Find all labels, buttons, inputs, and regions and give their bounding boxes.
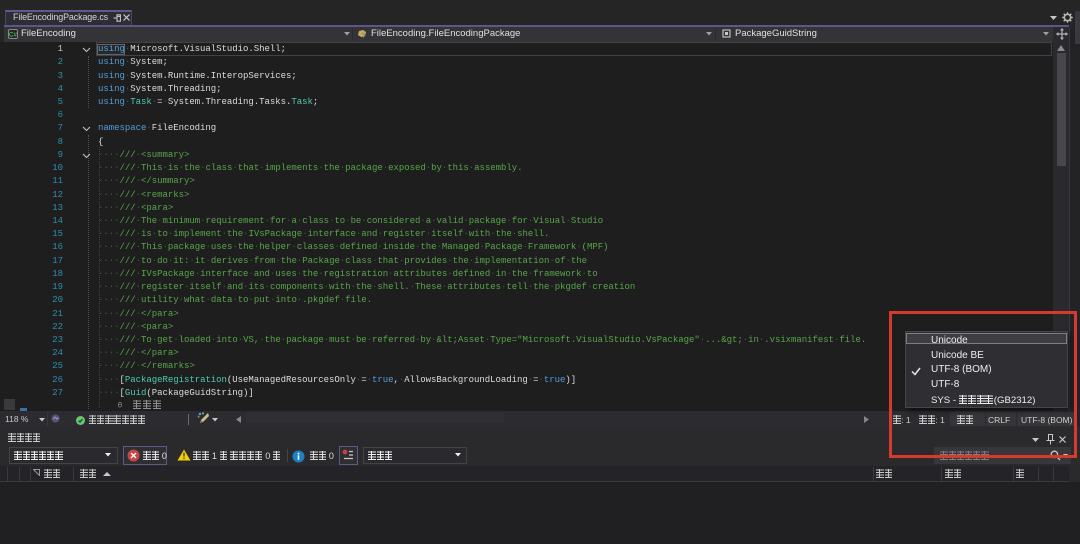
svg-text:C#: C# bbox=[9, 31, 17, 38]
